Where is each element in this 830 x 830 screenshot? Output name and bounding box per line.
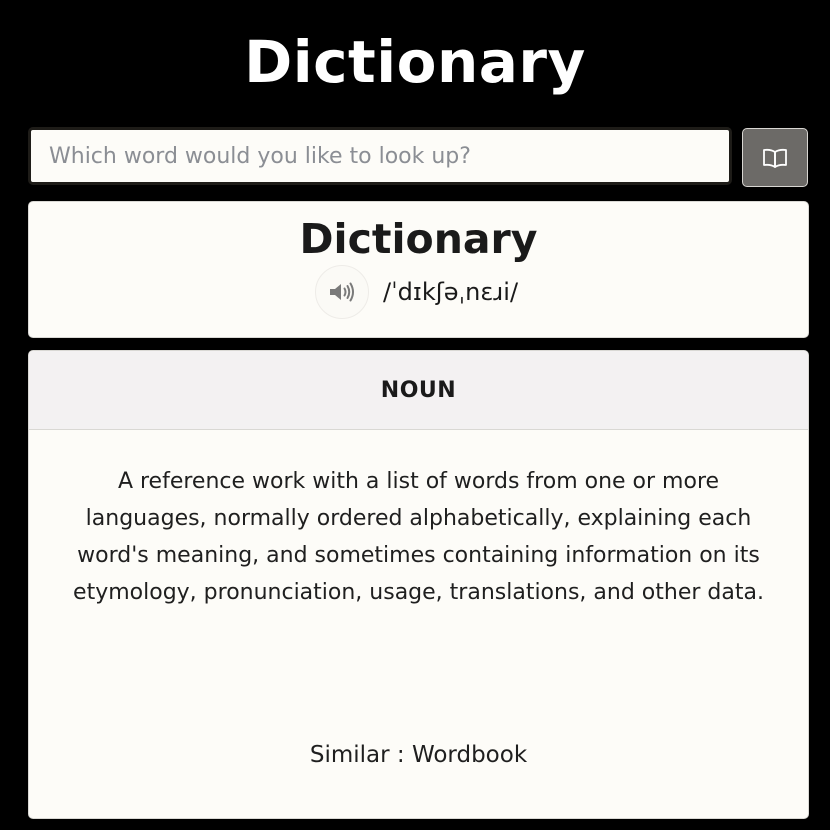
book-icon	[762, 147, 788, 169]
phonetic-transcription: /ˈdɪkʃəˌnɛɹi/	[383, 278, 519, 306]
search-input[interactable]	[28, 127, 732, 185]
play-pronunciation-button[interactable]	[315, 265, 369, 319]
dictionary-app: Dictionary Dictionary /ˈdɪkʃəˌnɛɹi/ NO	[0, 0, 830, 830]
definition-text: A reference work with a list of words fr…	[73, 469, 764, 605]
similar-words: Similar : Wordbook	[309, 742, 528, 768]
word-card: Dictionary /ˈdɪkʃəˌnɛɹi/	[28, 201, 809, 338]
speaker-icon	[328, 281, 356, 303]
part-of-speech: NOUN	[29, 351, 808, 430]
meaning-card: NOUN A reference work with a list of wor…	[28, 350, 809, 819]
word-heading: Dictionary	[299, 215, 538, 263]
search-button[interactable]	[742, 128, 808, 187]
app-title: Dictionary	[244, 28, 586, 96]
